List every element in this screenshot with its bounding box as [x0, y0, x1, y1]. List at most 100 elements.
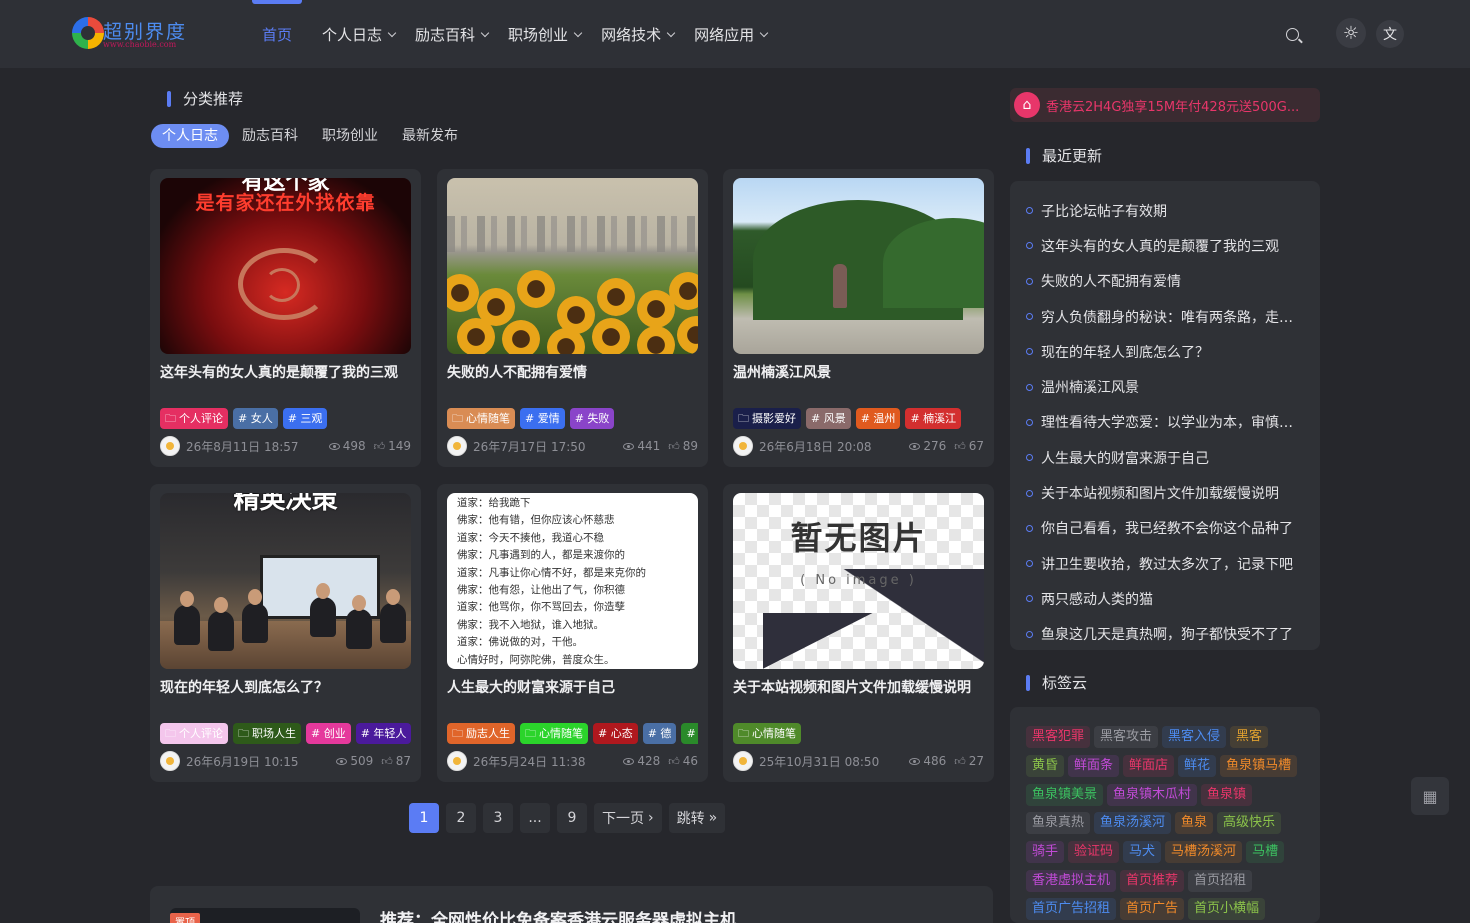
nav-career[interactable]: 职场创业	[508, 22, 583, 46]
recent-post-item[interactable]: 人生最大的财富来源于自己	[1010, 440, 1320, 475]
tag-cloud-item[interactable]: 鱼泉镇	[1201, 783, 1253, 806]
tab-inspiration[interactable]: 励志百科	[230, 124, 310, 148]
tag-cloud-item[interactable]: 验证码	[1068, 841, 1120, 864]
tag-cloud-item[interactable]: 马犬	[1123, 841, 1162, 864]
post-tag[interactable]: # 女人	[233, 408, 278, 429]
recent-post-item[interactable]: 温州楠溪江风景	[1010, 369, 1320, 404]
tag-cloud-item[interactable]: 黑客犯罪	[1026, 726, 1091, 749]
theme-toggle-button[interactable]: ☼	[1336, 18, 1366, 48]
post-tag[interactable]: # 失败	[569, 408, 615, 429]
post-tag[interactable]: 🗀 心情随笔	[447, 408, 515, 429]
tag-cloud-item[interactable]: 香港虚拟主机	[1026, 869, 1117, 892]
post-tag[interactable]: 🗀 心情随笔	[733, 723, 801, 744]
author-avatar[interactable]	[160, 751, 180, 771]
nav-network-apps[interactable]: 网络应用	[694, 22, 769, 46]
post-thumbnail[interactable]: 有这个家 是有家还在外找依靠	[160, 178, 411, 354]
tag-cloud-item[interactable]: 鱼泉	[1175, 812, 1214, 835]
post-tag[interactable]: 🗀 摄影爱好	[733, 408, 801, 429]
tag-cloud-item[interactable]: 鲜花	[1178, 755, 1217, 778]
tag-cloud-item[interactable]: 鱼泉真热	[1026, 812, 1091, 835]
tag-cloud-item[interactable]: 黄昏	[1026, 755, 1065, 778]
tag-cloud-item[interactable]: 鱼泉镇马槽	[1220, 755, 1298, 778]
tag-cloud-item[interactable]: 鱼泉镇美景	[1026, 783, 1104, 806]
tag-cloud-item[interactable]: 首页广告招租	[1026, 898, 1117, 921]
recent-post-item[interactable]: 子比论坛帖子有效期	[1010, 193, 1320, 228]
recent-post-item[interactable]: 穷人负债翻身的秘诀：唯有两条路，走对了就能翻身	[1010, 299, 1320, 334]
recent-post-item[interactable]: 你自己看看，我已经教不会你这个品种了	[1010, 511, 1320, 546]
post-card-scenery[interactable]: 温州楠溪江风景 🗀 摄影爱好 # 风景 # 温州 # 楠溪江 26年6月18日 20:0…	[723, 169, 994, 467]
post-tag[interactable]: # 年轻人	[355, 723, 411, 744]
post-tag[interactable]: # 温州	[855, 408, 901, 429]
post-title[interactable]: 温州楠溪江风景	[733, 362, 984, 382]
search-button[interactable]	[1280, 22, 1304, 46]
tag-cloud-item[interactable]: 首页广告	[1120, 898, 1185, 921]
page-button[interactable]: 1	[409, 803, 439, 833]
post-card-women[interactable]: 有这个家 是有家还在外找依靠 这年头有的女人真的是颠覆了我的三观 🗀 个人评论 # 女…	[150, 169, 421, 467]
post-card-notice[interactable]: 暂无图片 ( No image ) 关于本站视频和图片文件加载缓慢说明 🗀 心情随笔…	[723, 484, 994, 782]
page-button[interactable]: 9	[557, 803, 587, 833]
post-tag[interactable]: # 善	[681, 723, 698, 744]
recent-post-item[interactable]: 鱼泉这几天是真热啊，狗子都快受不了了	[1010, 617, 1320, 652]
tab-latest[interactable]: 最新发布	[390, 124, 470, 148]
tab-personal-log[interactable]: 个人日志	[151, 124, 229, 148]
author-avatar[interactable]	[447, 751, 467, 771]
tag-cloud-item[interactable]: 首页招租	[1188, 869, 1253, 892]
recent-post-item[interactable]: 理性看待大学恋爱：以学业为本，审慎对待情感	[1010, 405, 1320, 440]
recent-post-item[interactable]: 失败的人不配拥有爱情	[1010, 264, 1320, 299]
page-button[interactable]: 3	[483, 803, 513, 833]
post-tag[interactable]: # 楠溪江	[905, 408, 962, 429]
site-logo[interactable]: 超别界度 www.chaobie.com	[72, 15, 202, 53]
post-title[interactable]: 关于本站视频和图片文件加载缓慢说明	[733, 677, 984, 697]
author-avatar[interactable]	[160, 436, 180, 456]
post-thumbnail[interactable]: 精英决策	[160, 493, 411, 669]
tag-cloud-item[interactable]: 黑客攻击	[1094, 726, 1159, 749]
recent-post-item[interactable]: 关于本站视频和图片文件加载缓慢说明	[1010, 475, 1320, 510]
post-tag[interactable]: 🗀 心情随笔	[520, 723, 588, 744]
tag-cloud-item[interactable]: 首页推荐	[1120, 869, 1185, 892]
recent-post-item[interactable]: 两只感动人类的猫	[1010, 581, 1320, 616]
tag-cloud-item[interactable]: 马槽汤溪河	[1165, 841, 1243, 864]
recent-post-item[interactable]: 讲卫生要收拾，教过太多次了，记录下吧	[1010, 546, 1320, 581]
tag-cloud-item[interactable]: 鱼泉镇木瓜村	[1107, 783, 1198, 806]
author-avatar[interactable]	[733, 436, 753, 456]
post-thumbnail[interactable]	[733, 178, 984, 354]
tag-cloud-item[interactable]: 高级快乐	[1217, 812, 1282, 835]
language-button[interactable]: 文	[1376, 20, 1404, 48]
tag-cloud-item[interactable]: 首页小横幅	[1188, 898, 1266, 921]
post-tag[interactable]: # 爱情	[520, 408, 565, 429]
post-title[interactable]: 现在的年轻人到底怎么了？	[160, 677, 411, 697]
tag-cloud-item[interactable]: 骑手	[1026, 841, 1065, 864]
post-card-youth[interactable]: 精英决策 现在的年轻人到底怎么了？ 🗀 个人评论 🗀 职场人生 # 创业 # 年轻人 26…	[150, 484, 421, 782]
post-tag[interactable]: # 心态	[593, 723, 638, 744]
post-thumbnail[interactable]: 道家：给我跪下 佛家：他有错，但你应该心怀慈悲 道家：今天不揍他，我道心不稳 佛家：凡…	[447, 493, 698, 669]
post-title[interactable]: 失败的人不配拥有爱情	[447, 362, 698, 382]
author-avatar[interactable]	[733, 751, 753, 771]
tag-cloud-item[interactable]: 黑客入侵	[1162, 726, 1227, 749]
tag-cloud-item[interactable]: 黑客	[1230, 726, 1269, 749]
post-thumbnail[interactable]	[447, 178, 698, 354]
sidebar-ad-banner[interactable]: ⌂ 香港云2H4G独享15M年付428元送500G...	[1010, 88, 1320, 122]
qr-code-button[interactable]: ▦	[1411, 777, 1449, 815]
tag-cloud-item[interactable]: 鱼泉汤溪河	[1094, 812, 1172, 835]
featured-post[interactable]: 置顶 推荐：全网性价比免备案香港云服务器虚拟主机	[150, 886, 993, 923]
post-tag[interactable]: # 德	[642, 723, 677, 744]
page-button[interactable]: 2	[446, 803, 476, 833]
post-tag[interactable]: # 三观	[282, 408, 328, 429]
post-tag[interactable]: 🗀 励志人生	[447, 723, 515, 744]
post-card-wealth[interactable]: 道家：给我跪下 佛家：他有错，但你应该心怀慈悲 道家：今天不揍他，我道心不稳 佛家：凡…	[437, 484, 708, 782]
author-avatar[interactable]	[447, 436, 467, 456]
post-tag[interactable]: # 创业	[306, 723, 351, 744]
tag-cloud-item[interactable]: 马槽	[1246, 841, 1285, 864]
nav-home[interactable]: 首页	[262, 22, 292, 46]
jump-page-button[interactable]: 跳转»	[668, 803, 726, 833]
recent-post-item[interactable]: 这年头有的女人真的是颠覆了我的三观	[1010, 228, 1320, 263]
nav-inspiration[interactable]: 励志百科	[415, 22, 490, 46]
post-thumbnail[interactable]: 暂无图片 ( No image )	[733, 493, 984, 669]
post-tag[interactable]: 🗀 个人评论	[160, 723, 228, 744]
post-title[interactable]: 这年头有的女人真的是颠覆了我的三观	[160, 362, 411, 382]
post-tag[interactable]: 🗀 个人评论	[160, 408, 228, 429]
nav-personal-log[interactable]: 个人日志	[322, 22, 397, 46]
tag-cloud-item[interactable]: 鲜面条	[1068, 755, 1120, 778]
tag-cloud-item[interactable]: 鲜面店	[1123, 755, 1175, 778]
nav-network-tech[interactable]: 网络技术	[601, 22, 676, 46]
